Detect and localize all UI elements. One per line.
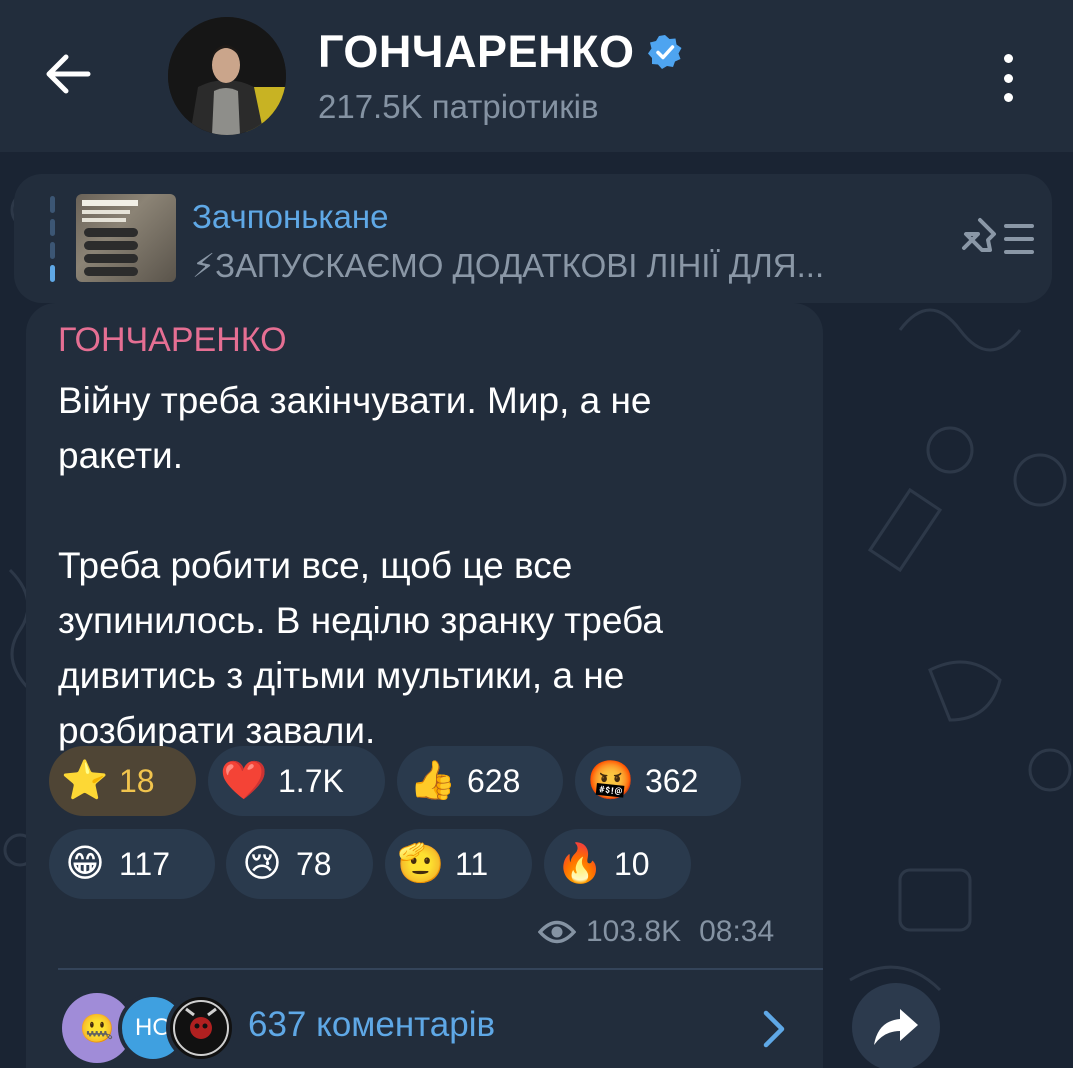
- salute-face-icon: 🫡: [397, 843, 445, 885]
- reaction-count: 10: [614, 845, 650, 882]
- channel-title-row[interactable]: ГОНЧАРЕНКО: [318, 26, 683, 78]
- arrow-left-icon: [46, 54, 91, 94]
- reaction-count: 362: [645, 762, 699, 799]
- channel-avatar[interactable]: [168, 17, 286, 135]
- fire-icon: 🔥: [556, 843, 604, 885]
- heart-icon: ❤️: [220, 760, 268, 802]
- person-photo: [168, 17, 286, 135]
- message-sender: ГОНЧАРЕНКО: [58, 321, 287, 359]
- subscriber-count: 217.5K патріотиків: [318, 88, 599, 125]
- pinned-indicator: [50, 196, 56, 282]
- reaction-salute[interactable]: 🫡 11: [385, 829, 532, 899]
- reaction-cry[interactable]: 😢 78: [226, 829, 373, 899]
- pinned-list-icon[interactable]: [960, 216, 1036, 262]
- reaction-heart[interactable]: ❤️ 1.7K: [208, 746, 385, 816]
- crying-face-icon: 😢: [242, 843, 282, 885]
- grin-face-icon: 😁: [65, 843, 105, 885]
- reaction-star[interactable]: ⭐ 18: [49, 746, 196, 816]
- pinned-preview-text: ⚡ЗАПУСКАЄМО ДОДАТКОВІ ЛІНІЇ ДЛЯ...: [192, 247, 825, 284]
- eye-icon: [538, 920, 576, 944]
- reaction-count: 1.7K: [278, 762, 344, 799]
- commenter-avatars[interactable]: 🤐 НО: [62, 993, 236, 1063]
- message-bubble[interactable]: ГОНЧАРЕНКО Війну треба закінчувати. Мир,…: [26, 303, 823, 1068]
- view-count: 103.8K: [586, 915, 682, 948]
- reaction-thumbs-up[interactable]: 👍 628: [397, 746, 563, 816]
- share-button[interactable]: [852, 983, 940, 1068]
- reaction-count: 11: [455, 845, 489, 882]
- reaction-count: 78: [296, 845, 332, 882]
- pinned-thumbnail: [76, 194, 176, 282]
- share-arrow-icon: [874, 1009, 918, 1045]
- message-text: Війну треба закінчувати. Мир, а не ракет…: [58, 380, 663, 751]
- anti-communism-logo: [173, 1000, 229, 1056]
- pinned-title: Зачпонькане: [192, 198, 389, 235]
- star-icon: ⭐: [61, 760, 109, 802]
- reaction-count: 117: [119, 845, 171, 882]
- thumbs-up-icon: 👍: [409, 760, 457, 802]
- channel-title: ГОНЧАРЕНКО: [318, 26, 635, 77]
- reaction-count: 628: [467, 762, 521, 799]
- reaction-count: 18: [119, 762, 155, 799]
- comments-link[interactable]: 637 коментарів: [248, 1005, 495, 1045]
- comments-divider: [58, 968, 823, 970]
- chat-header: ГОНЧАРЕНКО 217.5K патріотиків: [0, 0, 1073, 152]
- reaction-grin[interactable]: 😁 117: [49, 829, 215, 899]
- vertical-dots-icon: [1003, 54, 1013, 63]
- chevron-right-icon[interactable]: [760, 1009, 788, 1049]
- angry-face-icon: 🤬: [587, 760, 635, 802]
- message-time: 08:34: [699, 915, 775, 948]
- message-meta: 103.8K 08:34: [538, 915, 774, 949]
- back-button[interactable]: [40, 46, 96, 102]
- commenter-avatar: [166, 993, 236, 1063]
- reaction-fire[interactable]: 🔥 10: [544, 829, 691, 899]
- pinned-message-bar[interactable]: Зачпонькане ⚡ЗАПУСКАЄМО ДОДАТКОВІ ЛІНІЇ …: [14, 174, 1052, 303]
- reaction-angry[interactable]: 🤬 362: [575, 746, 741, 816]
- verified-badge-icon: [647, 35, 682, 69]
- more-options-button[interactable]: [988, 50, 1028, 106]
